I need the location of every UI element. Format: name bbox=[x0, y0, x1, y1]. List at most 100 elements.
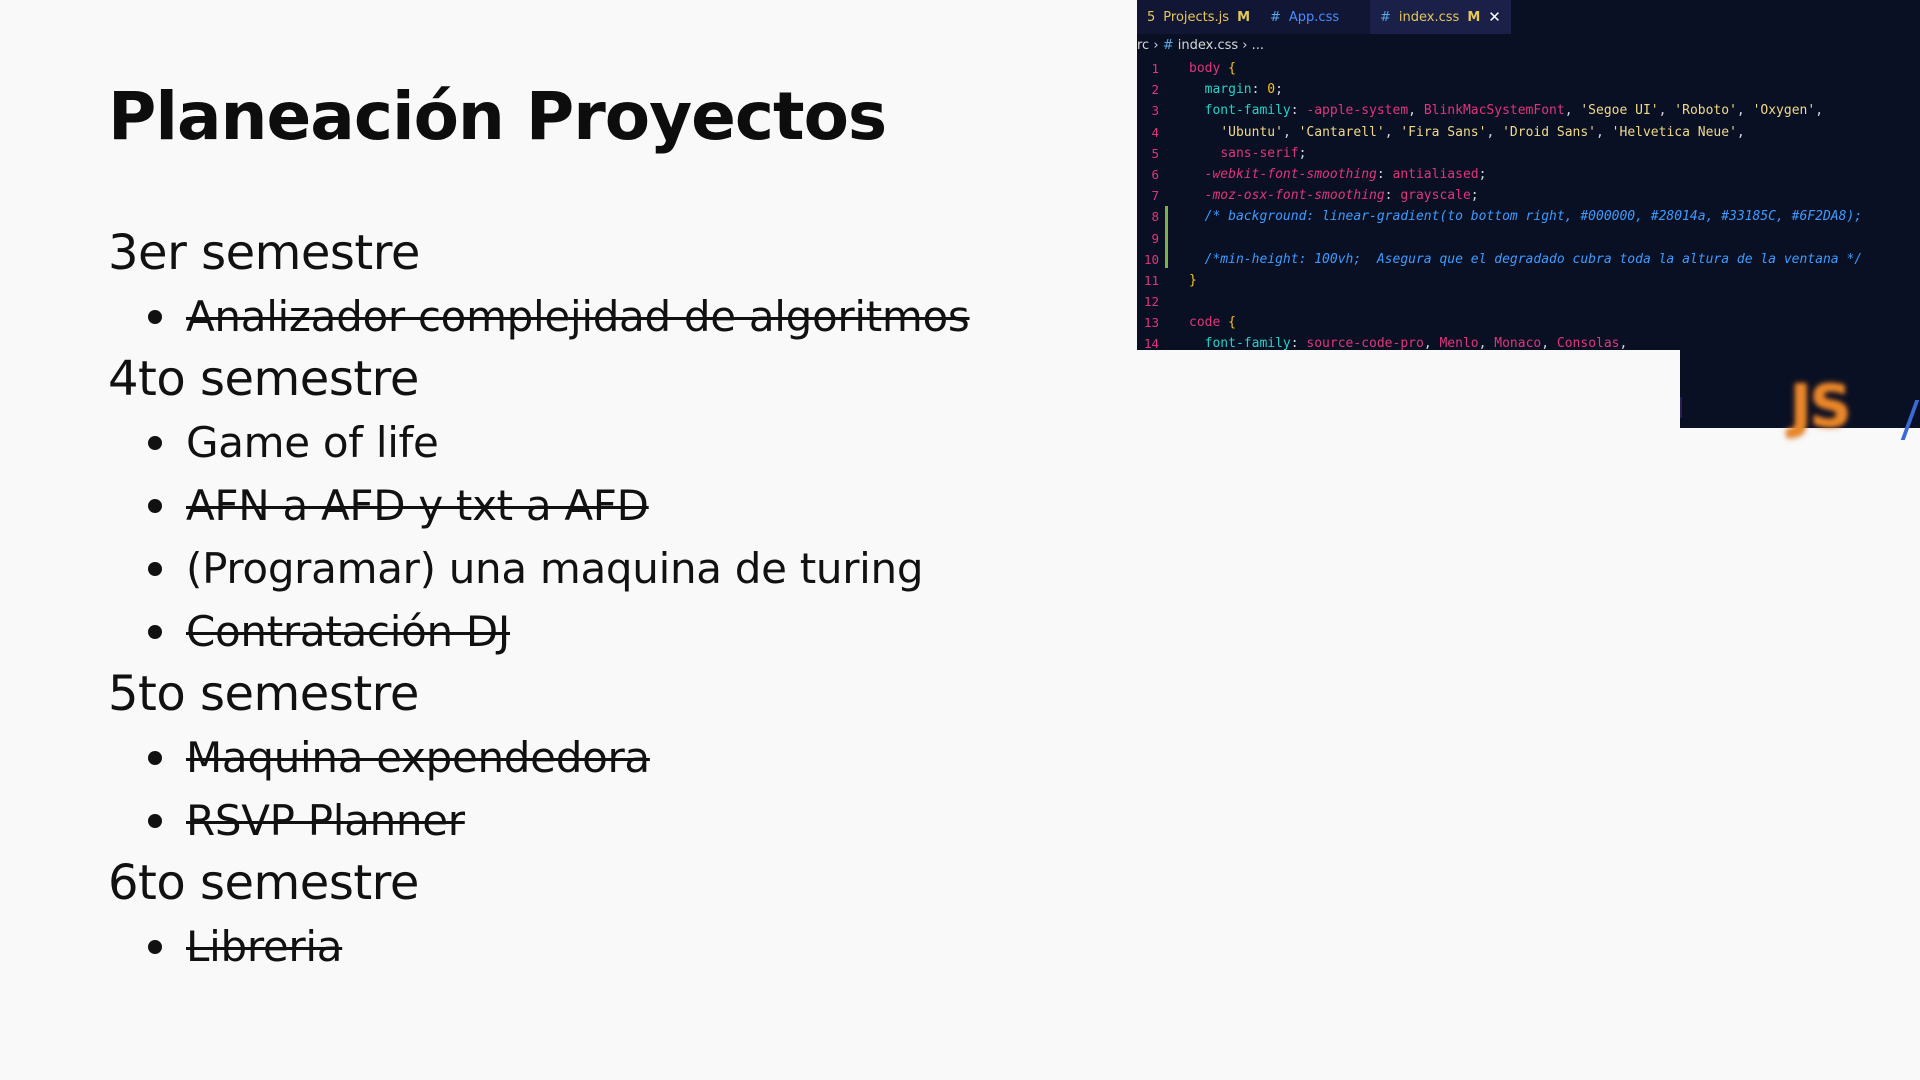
code-token: 'Oxygen' bbox=[1752, 103, 1816, 119]
css-file-icon: # bbox=[1162, 38, 1174, 53]
line-number: 12 bbox=[1143, 294, 1159, 310]
tab-app-css[interactable]: # App.css bbox=[1260, 0, 1370, 34]
code-text: 'Ubuntu', 'Cantarell', 'Fira Sans', 'Dro… bbox=[1189, 122, 1745, 143]
code-token: font-family bbox=[1204, 103, 1291, 119]
code-token: grayscale bbox=[1400, 188, 1471, 204]
bullet-icon bbox=[148, 562, 162, 576]
project-item: Contratación DJ bbox=[108, 600, 1088, 663]
code-line[interactable]: 10 /*min-height: 100vh; Asegura que el d… bbox=[1137, 249, 1920, 270]
project-item-text: (Programar) una maquina de turing bbox=[186, 544, 924, 593]
code-token: ; bbox=[1298, 145, 1307, 161]
bullet-icon bbox=[148, 751, 162, 765]
semester-heading: 3er semestre bbox=[108, 225, 420, 281]
code-token: -webkit-font-smoothing bbox=[1204, 166, 1377, 182]
code-token: , bbox=[1736, 103, 1753, 119]
project-item: (Programar) una maquina de turing bbox=[108, 537, 1088, 600]
project-item: Maquina expendedora bbox=[108, 726, 1088, 789]
code-token: 'Helvetica Neue' bbox=[1611, 124, 1737, 140]
project-item: RSVP Planner bbox=[108, 789, 1088, 852]
bullet-icon bbox=[148, 436, 162, 450]
code-line[interactable]: 12 bbox=[1137, 291, 1920, 312]
code-line[interactable]: 13 code { bbox=[1137, 312, 1920, 333]
breadcrumb-trail[interactable]: ... bbox=[1252, 38, 1264, 53]
line-number: 11 bbox=[1143, 272, 1159, 288]
code-editor-screenshot: 5 Projects.js M # App.css # index.css M … bbox=[1137, 0, 1920, 428]
code-token: : bbox=[1376, 166, 1393, 182]
code-text: -moz-osx-font-smoothing: grayscale; bbox=[1189, 185, 1479, 206]
breadcrumb-folder[interactable]: rc bbox=[1137, 38, 1149, 53]
project-item-text: Contratación DJ bbox=[186, 607, 510, 656]
editor-tab-bar: 5 Projects.js M # App.css # index.css M … bbox=[1137, 0, 1537, 34]
code-text: font-family: -apple-system, BlinkMacSyst… bbox=[1189, 100, 1823, 121]
project-item-text: Analizador complejidad de algoritmos bbox=[186, 292, 970, 341]
semester-heading: 6to semestre bbox=[108, 855, 419, 911]
breadcrumb: rc › # index.css › ... bbox=[1137, 38, 1264, 56]
code-token: , bbox=[1658, 103, 1675, 119]
project-item: Analizador complejidad de algoritmos bbox=[108, 285, 1088, 348]
code-token: , bbox=[1596, 124, 1612, 140]
code-token: -apple-system bbox=[1306, 103, 1409, 119]
code-line[interactable]: 3 font-family: -apple-system, BlinkMacSy… bbox=[1137, 100, 1920, 121]
js-logo-icon: JS bbox=[1790, 372, 1851, 440]
code-token: 0 bbox=[1267, 82, 1276, 98]
css-file-icon: # bbox=[1380, 9, 1391, 25]
close-icon[interactable]: ✕ bbox=[1488, 8, 1501, 26]
code-line[interactable]: 1 body { bbox=[1137, 58, 1920, 79]
project-item-text: AFN a AFD y txt a AFD bbox=[186, 481, 649, 530]
tab-index-css[interactable]: # index.css M ✕ bbox=[1370, 0, 1511, 34]
line-number: 8 bbox=[1151, 209, 1159, 225]
line-number: 10 bbox=[1143, 251, 1159, 267]
code-text: body { bbox=[1189, 58, 1236, 79]
code-token: { bbox=[1228, 61, 1236, 76]
semester-heading: 4to semestre bbox=[108, 351, 419, 407]
css-file-icon: # bbox=[1270, 9, 1281, 25]
code-token: , bbox=[1736, 124, 1745, 140]
line-number: 4 bbox=[1151, 124, 1159, 140]
line-number: 9 bbox=[1151, 230, 1159, 246]
code-line[interactable]: 2 margin: 0; bbox=[1137, 79, 1920, 100]
code-token: ; bbox=[1478, 166, 1487, 182]
code-token: , bbox=[1564, 103, 1581, 119]
tab-label: index.css bbox=[1398, 9, 1460, 25]
code-token: 'Droid Sans' bbox=[1502, 124, 1597, 140]
code-text: /* background: linear-gradient(to bottom… bbox=[1189, 206, 1862, 227]
code-token: { bbox=[1228, 315, 1236, 331]
code-text: } bbox=[1189, 270, 1197, 291]
code-line[interactable]: 9 bbox=[1137, 228, 1920, 249]
code-line[interactable]: 7 -moz-osx-font-smoothing: grayscale; bbox=[1137, 185, 1920, 206]
code-token: 'Ubuntu' bbox=[1220, 124, 1283, 140]
code-token: : bbox=[1384, 188, 1401, 204]
line-number: 5 bbox=[1151, 145, 1159, 161]
code-token: ; bbox=[1470, 188, 1479, 204]
code-token: 'Cantarell' bbox=[1298, 124, 1385, 140]
code-token: , bbox=[1282, 124, 1299, 140]
bullet-icon bbox=[148, 499, 162, 513]
project-item: Libreria bbox=[108, 915, 1088, 978]
line-number: 13 bbox=[1143, 315, 1159, 331]
tab-projects-js[interactable]: 5 Projects.js M bbox=[1137, 0, 1260, 34]
code-line[interactable]: 4 'Ubuntu', 'Cantarell', 'Fira Sans', 'D… bbox=[1137, 122, 1920, 143]
code-token: margin bbox=[1204, 82, 1252, 98]
breadcrumb-file[interactable]: index.css bbox=[1178, 38, 1238, 53]
code-line[interactable]: 5 sans-serif; bbox=[1137, 143, 1920, 164]
code-token: , bbox=[1408, 103, 1424, 119]
code-line[interactable]: 8 /* background: linear-gradient(to bott… bbox=[1137, 206, 1920, 227]
code-token: code bbox=[1189, 315, 1221, 331]
modified-badge: M bbox=[1467, 9, 1481, 25]
code-token: , bbox=[1486, 124, 1503, 140]
code-line[interactable]: 6 -webkit-font-smoothing: antialiased; bbox=[1137, 164, 1920, 185]
code-line[interactable]: 11} bbox=[1137, 270, 1920, 291]
code-token: antialiased bbox=[1392, 166, 1479, 182]
bullet-icon bbox=[148, 310, 162, 324]
semester-heading: 5to semestre bbox=[108, 666, 419, 722]
line-number: 7 bbox=[1151, 188, 1159, 204]
code-token: , bbox=[1384, 124, 1401, 140]
tab-label: App.css bbox=[1288, 9, 1340, 25]
editor-cutout bbox=[1137, 350, 1680, 428]
